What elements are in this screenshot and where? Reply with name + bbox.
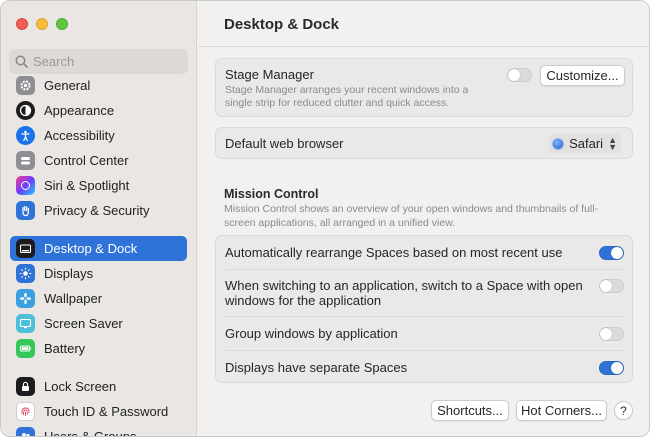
gear-icon bbox=[16, 76, 35, 95]
mission-control-card: Automatically rearrange Spaces based on … bbox=[215, 235, 633, 383]
users-icon bbox=[16, 427, 35, 436]
sidebar-item-screen-saver[interactable]: Screen Saver bbox=[10, 311, 187, 336]
sidebar-item-touch-id[interactable]: Touch ID & Password bbox=[10, 399, 187, 424]
wallpaper-icon bbox=[16, 289, 35, 308]
sidebar: General Appearance Accessibility Control… bbox=[1, 1, 197, 437]
stage-manager-card: Stage Manager Stage Manager arranges you… bbox=[215, 58, 633, 117]
sidebar-item-appearance[interactable]: Appearance bbox=[10, 98, 187, 123]
switch-space-label-line1: When switching to an application, switch… bbox=[225, 278, 583, 293]
minimize-window-button[interactable] bbox=[36, 18, 48, 30]
browser-title: Default web browser bbox=[225, 136, 344, 151]
mission-control-description-line1: Mission Control shows an overview of you… bbox=[224, 203, 599, 215]
accessibility-icon bbox=[16, 126, 35, 145]
sidebar-item-label: Accessibility bbox=[44, 128, 115, 143]
browser-card: Default web browser Safari ▲ ▼ bbox=[215, 127, 633, 159]
search-icon bbox=[15, 55, 28, 68]
sidebar-item-label: General bbox=[44, 78, 91, 93]
fingerprint-icon bbox=[16, 402, 35, 421]
sidebar-item-label: Siri & Spotlight bbox=[44, 178, 130, 193]
sidebar-item-label: Appearance bbox=[44, 103, 115, 118]
sidebar-item-desktop-dock[interactable]: Desktop & Dock bbox=[10, 236, 187, 261]
stage-manager-toggle[interactable] bbox=[507, 68, 532, 82]
hot-corners-button[interactable]: Hot Corners... bbox=[516, 400, 607, 421]
sidebar-item-label: Screen Saver bbox=[44, 316, 123, 331]
main-header: Desktop & Dock bbox=[198, 1, 649, 47]
siri-icon bbox=[16, 176, 35, 195]
mission-control-title: Mission Control bbox=[224, 187, 319, 201]
chevron-updown-icon: ▲ ▼ bbox=[608, 134, 617, 152]
switch-space-label-line2: windows for the application bbox=[225, 293, 382, 308]
sidebar-item-users-groups[interactable]: Users & Groups bbox=[10, 424, 187, 437]
sidebar-item-label: Control Center bbox=[44, 153, 129, 168]
page-title: Desktop & Dock bbox=[224, 16, 340, 33]
row-divider bbox=[225, 269, 625, 270]
hand-icon bbox=[16, 201, 35, 220]
battery-icon bbox=[16, 339, 35, 358]
settings-window: General Appearance Accessibility Control… bbox=[0, 0, 650, 437]
sidebar-item-lock-screen[interactable]: Lock Screen bbox=[10, 374, 187, 399]
sidebar-item-siri-spotlight[interactable]: Siri & Spotlight bbox=[10, 173, 187, 198]
row-divider bbox=[225, 350, 625, 351]
sidebar-item-accessibility[interactable]: Accessibility bbox=[10, 123, 187, 148]
sidebar-item-battery[interactable]: Battery bbox=[10, 336, 187, 361]
sidebar-item-control-center[interactable]: Control Center bbox=[10, 148, 187, 173]
switch-space-toggle[interactable] bbox=[599, 279, 624, 293]
sidebar-item-label: Desktop & Dock bbox=[44, 241, 138, 256]
sidebar-item-label: Battery bbox=[44, 341, 86, 356]
group-windows-label: Group windows by application bbox=[225, 326, 398, 341]
sidebar-item-label: Users & Groups bbox=[44, 429, 137, 437]
zoom-window-button[interactable] bbox=[56, 18, 68, 30]
sidebar-item-label: Touch ID & Password bbox=[44, 404, 169, 419]
separate-spaces-label: Displays have separate Spaces bbox=[225, 360, 408, 375]
control-center-icon bbox=[16, 151, 35, 170]
close-window-button[interactable] bbox=[16, 18, 28, 30]
browser-value: Safari bbox=[569, 136, 604, 151]
sidebar-item-label: Lock Screen bbox=[44, 379, 117, 394]
window-controls bbox=[16, 18, 68, 30]
sidebar-item-privacy-security[interactable]: Privacy & Security bbox=[10, 198, 187, 223]
stage-manager-description-line1: Stage Manager arranges your recent windo… bbox=[225, 84, 469, 96]
sidebar-item-general[interactable]: General bbox=[10, 73, 187, 98]
customize-button[interactable]: Customize... bbox=[540, 65, 625, 86]
sidebar-item-label: Displays bbox=[44, 266, 94, 281]
mission-control-description: Mission Control shows an overview of you… bbox=[224, 202, 624, 230]
stage-manager-title: Stage Manager bbox=[225, 67, 314, 82]
sidebar-item-label: Privacy & Security bbox=[44, 203, 150, 218]
help-button[interactable]: ? bbox=[614, 401, 633, 420]
safari-icon bbox=[552, 137, 565, 150]
appearance-icon bbox=[16, 101, 35, 120]
dock-icon bbox=[16, 239, 35, 258]
screen-saver-icon bbox=[16, 314, 35, 333]
separate-spaces-toggle[interactable] bbox=[599, 361, 624, 375]
main-panel: Desktop & Dock Stage Manager Stage Manag… bbox=[198, 1, 649, 436]
row-divider bbox=[225, 316, 625, 317]
sidebar-item-displays[interactable]: Displays bbox=[10, 261, 187, 286]
browser-select[interactable]: Safari ▲ ▼ bbox=[549, 134, 621, 153]
sidebar-item-label: Wallpaper bbox=[44, 291, 103, 306]
search-input[interactable] bbox=[33, 54, 173, 69]
mission-control-description-line2: screen applications, all arranged in a u… bbox=[224, 217, 456, 229]
sidebar-item-wallpaper[interactable]: Wallpaper bbox=[10, 286, 187, 311]
lock-icon bbox=[16, 377, 35, 396]
search-field[interactable] bbox=[9, 49, 188, 74]
stage-manager-description-line2: single strip for reduced clutter and qui… bbox=[225, 97, 450, 109]
displays-icon bbox=[16, 264, 35, 283]
rearrange-spaces-toggle[interactable] bbox=[599, 246, 624, 260]
rearrange-spaces-label: Automatically rearrange Spaces based on … bbox=[225, 245, 563, 260]
group-windows-toggle[interactable] bbox=[599, 327, 624, 341]
shortcuts-button[interactable]: Shortcuts... bbox=[431, 400, 509, 421]
